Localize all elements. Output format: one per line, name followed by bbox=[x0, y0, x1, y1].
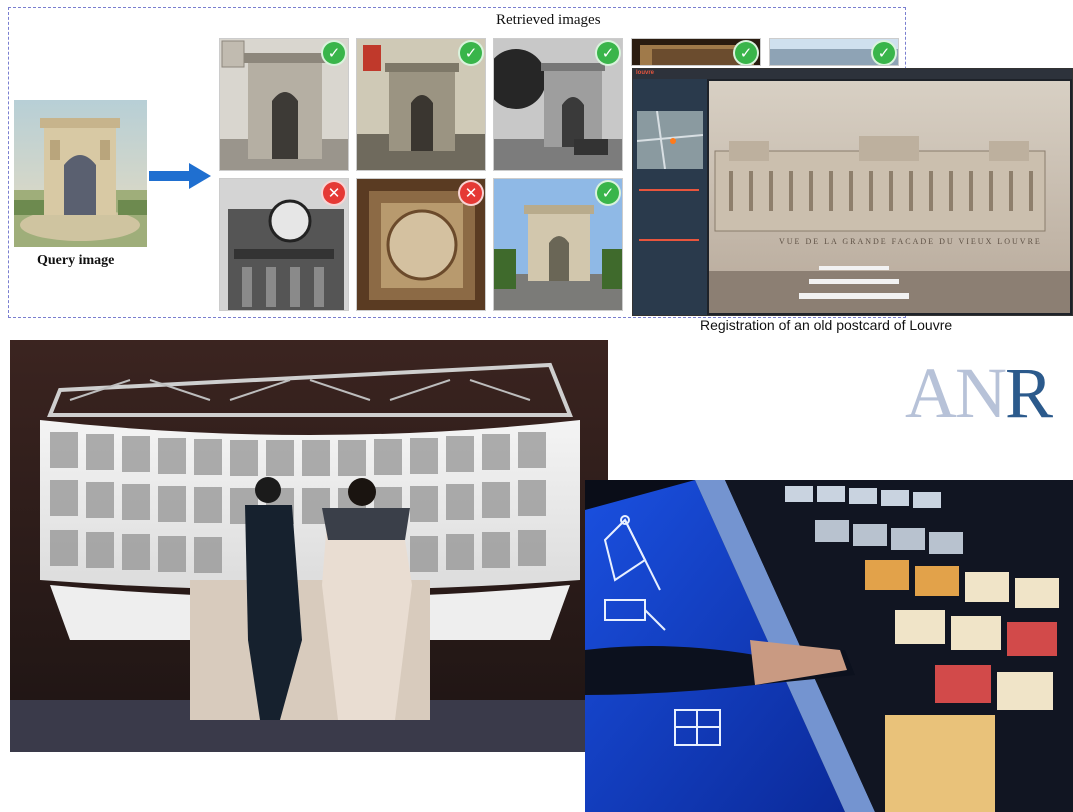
result-thumb-5: ✓ bbox=[769, 38, 899, 66]
postcard-caption: VUE DE LA GRANDE FACADE DU VIEUX LOUVRE bbox=[779, 237, 1042, 246]
cross-icon: ✕ bbox=[323, 182, 345, 204]
postcard-overlay: VUE DE LA GRANDE FACADE DU VIEUX LOUVRE bbox=[709, 81, 1070, 313]
retrieved-images-title: Retrieved images bbox=[496, 12, 601, 28]
cross-icon: ✕ bbox=[460, 182, 482, 204]
viewer-sidebar bbox=[633, 79, 707, 315]
logo-text-an: AN bbox=[905, 353, 1007, 433]
result-thumb-3: ✓ bbox=[493, 38, 623, 171]
registration-caption: Registration of an old postcard of Louvr… bbox=[700, 317, 953, 333]
registration-viewer: louvre VUE DE LA GRANDE FACADE DU VIEUX … bbox=[632, 68, 1073, 316]
anr-logo: ANR bbox=[905, 357, 1053, 429]
result-thumb-7: ✕ bbox=[356, 178, 486, 311]
check-icon: ✓ bbox=[460, 42, 482, 64]
viewer-topbar bbox=[633, 69, 1072, 79]
result-thumb-4: ✓ bbox=[631, 38, 761, 66]
arrow-right-icon bbox=[149, 163, 211, 189]
check-icon: ✓ bbox=[597, 182, 619, 204]
check-icon: ✓ bbox=[873, 42, 895, 64]
touch-table-photo bbox=[585, 480, 1073, 812]
check-icon: ✓ bbox=[597, 42, 619, 64]
query-image bbox=[14, 100, 147, 247]
minimap bbox=[636, 110, 704, 170]
result-thumb-6: ✕ bbox=[219, 178, 349, 311]
result-thumb-8: ✓ bbox=[493, 178, 623, 311]
query-image-label: Query image bbox=[37, 253, 115, 268]
check-icon: ✓ bbox=[323, 42, 345, 64]
logo-text-r: R bbox=[1005, 353, 1053, 433]
check-icon: ✓ bbox=[735, 42, 757, 64]
exhibition-photo bbox=[10, 340, 608, 752]
viewer-brand: louvre bbox=[636, 70, 655, 76]
result-thumb-2: ✓ bbox=[356, 38, 486, 171]
result-thumb-1: ✓ bbox=[219, 38, 349, 171]
